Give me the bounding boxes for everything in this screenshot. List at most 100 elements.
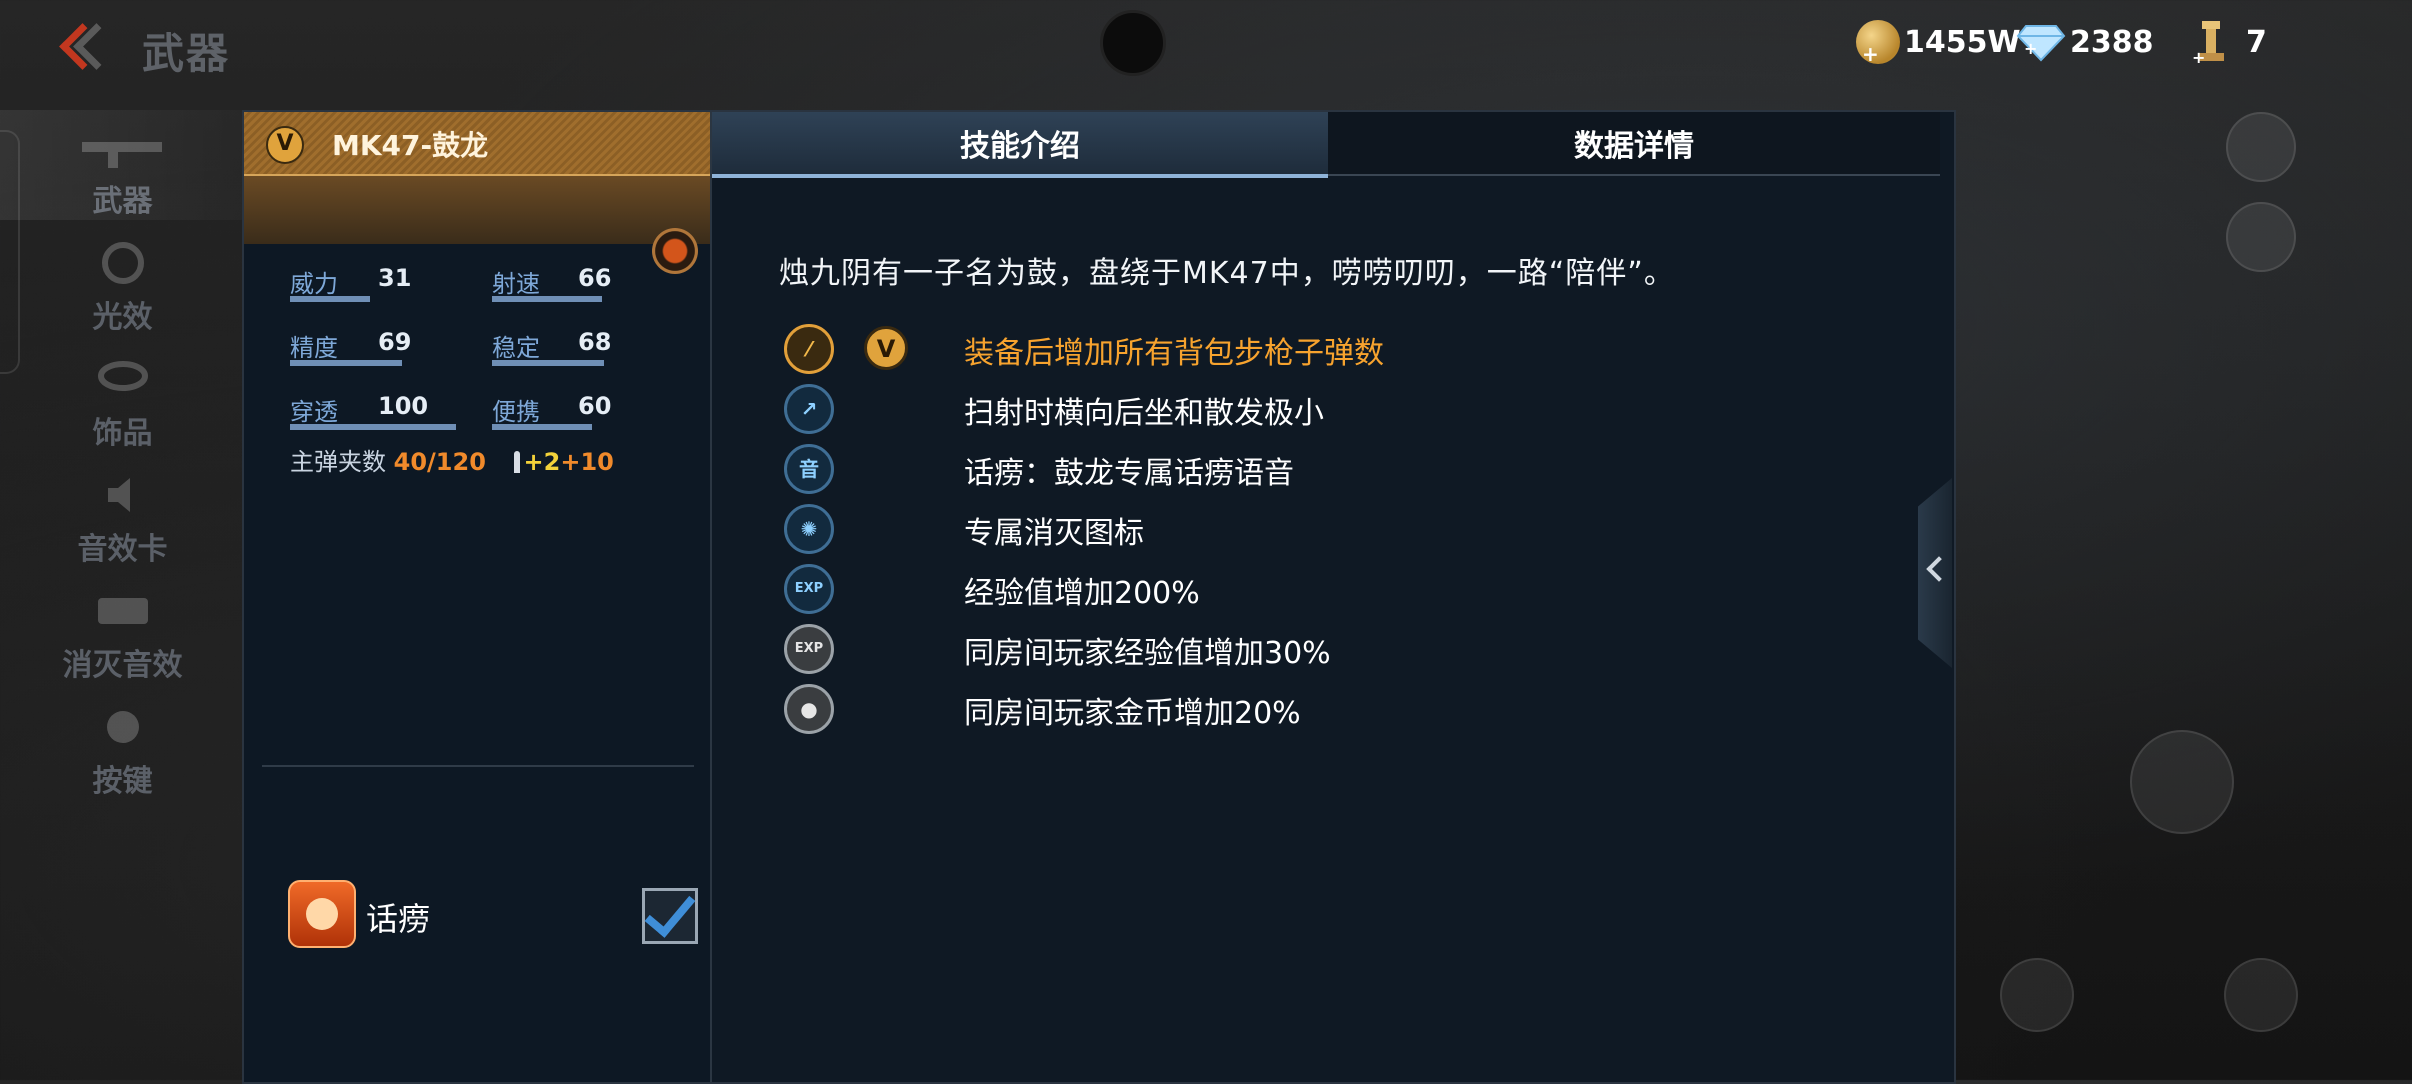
- nav-item-keys[interactable]: 按键: [0, 690, 245, 800]
- stat-label: 便携: [492, 398, 540, 426]
- page-title: 武器: [142, 29, 231, 78]
- scope-ghost-icon: [2224, 958, 2298, 1032]
- collapse-panel-handle[interactable]: [1918, 478, 1952, 668]
- trophy-icon: +: [2192, 21, 2224, 65]
- weapon-name: MK47-鼓龙: [332, 129, 489, 162]
- room-gold-icon: ●: [784, 684, 834, 734]
- skill-row: ⁄ V 装备后增加所有背包步枪子弹数: [784, 324, 1684, 378]
- nav-label: 光效: [92, 300, 153, 335]
- gold-coin-icon: [1856, 20, 1900, 66]
- stat-value: 66: [578, 264, 612, 292]
- nav-label: 饰品: [92, 416, 153, 451]
- stat-value: 100: [378, 392, 429, 420]
- gold-amount: 1455W: [1904, 24, 2021, 60]
- bullet-icon: [513, 451, 520, 473]
- stat-value: 68: [578, 328, 612, 356]
- exp-glyph: EXP: [794, 641, 824, 656]
- trophy-currency[interactable]: + 7: [2192, 18, 2267, 66]
- stat-bar: [492, 360, 604, 366]
- settings-ghost-icon: [2226, 112, 2296, 182]
- weapon-header: V MK47-鼓龙: [244, 112, 710, 176]
- rank-badge-icon: V: [864, 326, 908, 370]
- stat-stability: 稳定 68: [492, 328, 632, 366]
- key-icon: [106, 711, 139, 743]
- rifle-icon: [81, 142, 162, 168]
- stat-value: 69: [378, 328, 412, 356]
- stat-value: 60: [578, 392, 612, 420]
- exp-glyph: EXP: [794, 581, 824, 596]
- rarity-icon[interactable]: [652, 228, 698, 274]
- skill-text: 话痨：鼓龙专属话痨语音: [964, 456, 1294, 491]
- skill-row: EXP 同房间玩家经验值增加30%: [784, 624, 1684, 678]
- nav-item-weapon[interactable]: 武器: [0, 110, 245, 220]
- nav-item-light-effect[interactable]: 光效: [0, 226, 245, 336]
- stat-penetration: 穿透 100: [290, 392, 470, 430]
- chatter-voice-icon: [288, 880, 356, 948]
- ammo-value: 40/120: [393, 448, 486, 476]
- trophy-amount: 7: [2246, 24, 2267, 60]
- nav-label: 音效卡: [77, 532, 168, 567]
- stat-label: 穿透: [290, 398, 338, 426]
- skill-row: ↗ 扫射时横向后坐和散发极小: [784, 384, 1684, 438]
- recoil-icon: ↗: [784, 384, 834, 434]
- stat-power: 威力 31: [290, 264, 430, 302]
- back-button[interactable]: [52, 16, 120, 76]
- stat-label: 稳定: [492, 334, 540, 362]
- ornament-icon: [97, 361, 148, 391]
- stat-bar: [290, 296, 370, 302]
- checkmark-icon: [644, 884, 696, 938]
- weapon-detail-panel: V MK47-鼓龙 威力 31 射速 66 精度 69 稳定 68 穿透 100…: [242, 110, 1956, 1084]
- ammo-label: 主弹夹数: [290, 448, 386, 476]
- stat-bar: [492, 424, 592, 430]
- weapon-image-area: [244, 176, 710, 244]
- weapon-info-column: V MK47-鼓龙 威力 31 射速 66 精度 69 稳定 68 穿透 100…: [244, 112, 712, 1082]
- skill-row: EXP 经验值增加200%: [784, 564, 1684, 618]
- stat-value: 31: [378, 264, 412, 292]
- stat-bar: [290, 360, 402, 366]
- voice-toggle-row: 话痨: [288, 880, 698, 948]
- stat-label: 射速: [492, 270, 540, 298]
- skill-text: 扫射时横向后坐和散发极小: [964, 396, 1324, 431]
- stat-bar: [290, 424, 456, 430]
- sound-card-icon: [107, 478, 130, 512]
- stat-accuracy: 精度 69: [290, 328, 430, 366]
- skill-text: 专属消灭图标: [964, 516, 1144, 551]
- voice-icon: 音: [784, 444, 834, 494]
- tab-skill-intro[interactable]: 技能介绍: [712, 112, 1328, 178]
- chevron-left-icon: [1926, 556, 1952, 582]
- skill-text: 装备后增加所有背包步枪子弹数: [964, 336, 1384, 371]
- skill-row: 音 话痨：鼓龙专属话痨语音: [784, 444, 1684, 498]
- room-exp-icon: EXP: [784, 624, 834, 674]
- skill-row: ● 同房间玩家金币增加20%: [784, 684, 1684, 738]
- stat-label: 精度: [290, 334, 338, 362]
- kill-sound-icon: [97, 598, 148, 624]
- kill-icon: ✺: [784, 504, 834, 554]
- swap-ghost-icon: [2000, 958, 2074, 1032]
- nav-label: 武器: [92, 184, 153, 219]
- nav-label: 消灭音效: [62, 648, 183, 683]
- stat-portability: 便携 60: [492, 392, 632, 430]
- skill-text: 经验值增加200%: [964, 576, 1200, 611]
- nav-item-sound-card[interactable]: 音效卡: [0, 458, 245, 568]
- voice-checkbox[interactable]: [642, 884, 698, 944]
- rank-badge-icon: V: [266, 126, 304, 164]
- svg-text:+: +: [2024, 39, 2037, 58]
- rifle-ammo-icon: ⁄: [784, 324, 834, 374]
- nav-item-ornament[interactable]: 饰品: [0, 342, 245, 452]
- nav-item-kill-sound[interactable]: 消灭音效: [0, 574, 245, 684]
- diamond-currency[interactable]: + 2388: [2016, 18, 2154, 66]
- ammo-bonus-mag: +2: [523, 448, 561, 476]
- tab-bar: 技能介绍 数据详情: [712, 112, 1940, 178]
- exp-icon: EXP: [784, 564, 834, 614]
- weapon-description: 烛九阴有一子名为鼓，盘绕于MK47中，唠唠叨叨，一路“陪伴”。: [779, 256, 1675, 291]
- voice-label: 话痨: [366, 900, 431, 938]
- tab-data-details[interactable]: 数据详情: [1328, 112, 1940, 176]
- camera-cutout: [1100, 10, 1166, 76]
- voice-glyph: 音: [799, 457, 819, 481]
- gold-currency[interactable]: 1455W: [1856, 18, 2021, 66]
- bullet-ghost-icon: [2130, 730, 2234, 834]
- diamond-icon: +: [2016, 25, 2066, 62]
- stat-fire-rate: 射速 66: [492, 264, 632, 302]
- ammo-bonus-reserve: +10: [560, 448, 614, 476]
- view-toggle-ghost-icon: [2226, 202, 2296, 272]
